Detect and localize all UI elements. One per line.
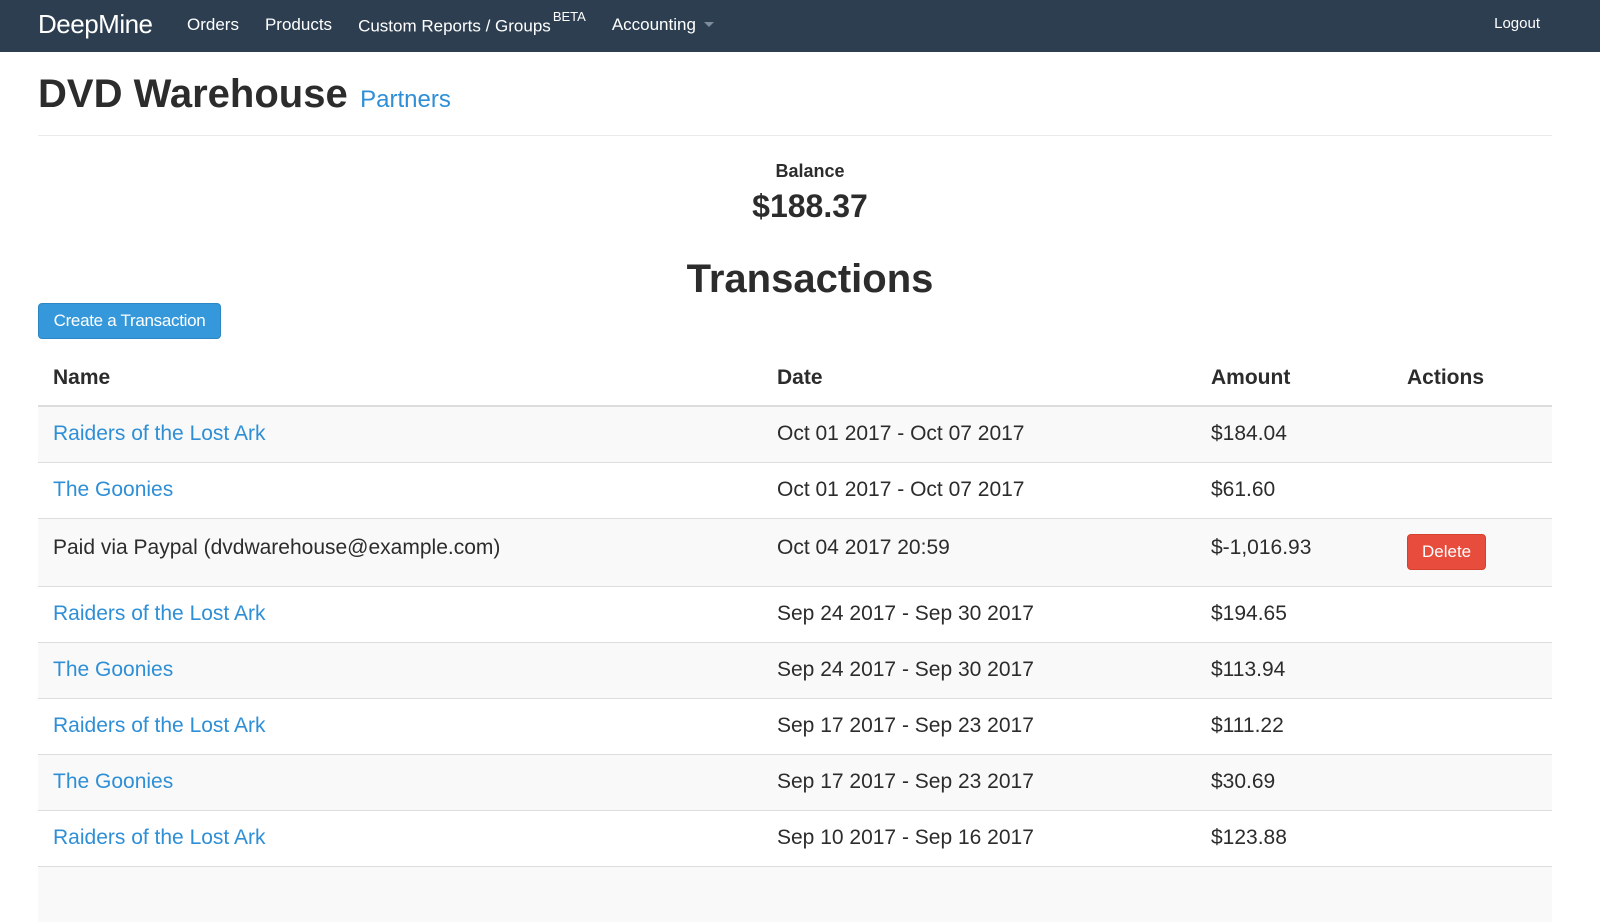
nav-item-custom-reports[interactable]: Custom Reports / GroupsBETA: [348, 9, 596, 37]
cell-actions: Delete: [1392, 517, 1552, 586]
cell-name: Paid via Paypal (dvdwarehouse@example.co…: [38, 517, 762, 586]
cell-actions: [1392, 697, 1552, 754]
brand-logo[interactable]: DeepMine: [38, 9, 153, 40]
transaction-name-link[interactable]: The Goonies: [53, 478, 173, 501]
cell-empty: [762, 865, 1196, 922]
cell-name: Raiders of the Lost Ark: [38, 697, 762, 754]
table-row: Raiders of the Lost Ark Sep 24 2017 - Sep…: [38, 585, 1552, 642]
cell-amount: $111.22: [1196, 697, 1392, 754]
page-header: DVD Warehouse Partners: [38, 72, 1552, 136]
beta-badge: BETA: [552, 9, 586, 25]
cell-actions: [1392, 641, 1552, 698]
column-header-actions: Actions: [1392, 350, 1552, 407]
partners-link[interactable]: Partners: [360, 86, 451, 114]
table-row: The Goonies Oct 01 2017 - Oct 07 2017 $61.…: [38, 461, 1552, 518]
cell-amount: $-1,016.93: [1196, 517, 1392, 586]
nav-item-label: Products: [264, 15, 333, 34]
cell-date: Sep 17 2017 - Sep 23 2017: [762, 697, 1196, 754]
transaction-name-link[interactable]: The Goonies: [53, 770, 173, 793]
nav-item-accounting[interactable]: Accounting: [602, 15, 724, 35]
cell-amount: $194.65: [1196, 585, 1392, 642]
logout-link[interactable]: Logout: [1494, 15, 1540, 32]
table-row: Raiders of the Lost Ark Sep 10 2017 - Sep…: [38, 809, 1552, 866]
transactions-table: Name Date Amount Actions Raiders of the …: [38, 350, 1552, 922]
cell-date: Sep 17 2017 - Sep 23 2017: [762, 753, 1196, 810]
nav-menu: Orders Products Custom Reports / GroupsB…: [177, 0, 730, 52]
cell-empty: [1196, 865, 1392, 922]
cell-date: Sep 10 2017 - Sep 16 2017: [762, 809, 1196, 866]
cell-amount: $123.88: [1196, 809, 1392, 866]
column-header-amount[interactable]: Amount: [1196, 350, 1392, 407]
cell-actions: [1392, 585, 1552, 642]
table-row: Raiders of the Lost Ark Oct 01 2017 - Oct…: [38, 405, 1552, 462]
transaction-name-link[interactable]: The Goonies: [53, 658, 173, 681]
transactions-heading: Transactions: [686, 257, 934, 301]
table-row: [38, 865, 1552, 922]
transaction-name-link[interactable]: Raiders of the Lost Ark: [53, 422, 265, 445]
cell-actions: [1392, 405, 1552, 462]
balance-value: $188.37: [752, 188, 868, 224]
cell-date: Oct 04 2017 20:59: [762, 517, 1196, 586]
table-row: Paid via Paypal (dvdwarehouse@example.co…: [38, 517, 1552, 586]
transaction-name-link[interactable]: Raiders of the Lost Ark: [53, 714, 265, 737]
cell-amount: $61.60: [1196, 461, 1392, 518]
cell-amount: $113.94: [1196, 641, 1392, 698]
cell-actions: [1392, 753, 1552, 810]
chevron-down-icon: [703, 22, 714, 28]
table-row: The Goonies Sep 17 2017 - Sep 23 2017 $30.…: [38, 753, 1552, 810]
cell-date: Oct 01 2017 - Oct 07 2017: [762, 461, 1196, 518]
top-navbar: DeepMine Orders Products Custom Reports …: [0, 0, 1600, 52]
cell-name: Raiders of the Lost Ark: [38, 585, 762, 642]
column-header-name[interactable]: Name: [38, 350, 762, 407]
cell-name: Raiders of the Lost Ark: [38, 405, 762, 462]
cell-actions: [1392, 809, 1552, 866]
nav-item-orders[interactable]: Orders: [177, 15, 249, 35]
nav-item-products[interactable]: Products: [255, 15, 342, 35]
transaction-name-link[interactable]: Raiders of the Lost Ark: [53, 826, 265, 849]
cell-empty: [38, 865, 762, 922]
cell-date: Oct 01 2017 - Oct 07 2017: [762, 405, 1196, 462]
cell-name: Raiders of the Lost Ark: [38, 809, 762, 866]
cell-amount: $30.69: [1196, 753, 1392, 810]
table-row: Raiders of the Lost Ark Sep 17 2017 - Sep…: [38, 697, 1552, 754]
create-transaction-button[interactable]: Create a Transaction: [38, 303, 221, 339]
cell-name: The Goonies: [38, 461, 762, 518]
page-title: DVD Warehouse: [38, 72, 348, 116]
balance-label: Balance: [775, 161, 845, 181]
delete-button[interactable]: Delete: [1407, 533, 1487, 570]
nav-item-label: Custom Reports / Groups: [358, 16, 551, 36]
cell-actions: [1392, 461, 1552, 518]
nav-item-label: Accounting: [611, 15, 696, 34]
cell-name: The Goonies: [38, 753, 762, 810]
transactions-table-body: Raiders of the Lost Ark Oct 01 2017 - Oct…: [38, 405, 1552, 922]
transaction-name-link[interactable]: Raiders of the Lost Ark: [53, 602, 265, 625]
table-row: The Goonies Sep 24 2017 - Sep 30 2017 $113…: [38, 641, 1552, 698]
transaction-name: Paid via Paypal (dvdwarehouse@example.co…: [53, 535, 501, 559]
cell-name: The Goonies: [38, 641, 762, 698]
cell-date: Sep 24 2017 - Sep 30 2017: [762, 585, 1196, 642]
column-header-date[interactable]: Date: [762, 350, 1196, 407]
cell-empty: [1392, 865, 1552, 922]
cell-amount: $184.04: [1196, 405, 1392, 462]
nav-item-label: Orders: [187, 15, 239, 34]
table-header-row: Name Date Amount Actions: [38, 350, 1552, 407]
cell-date: Sep 24 2017 - Sep 30 2017: [762, 641, 1196, 698]
